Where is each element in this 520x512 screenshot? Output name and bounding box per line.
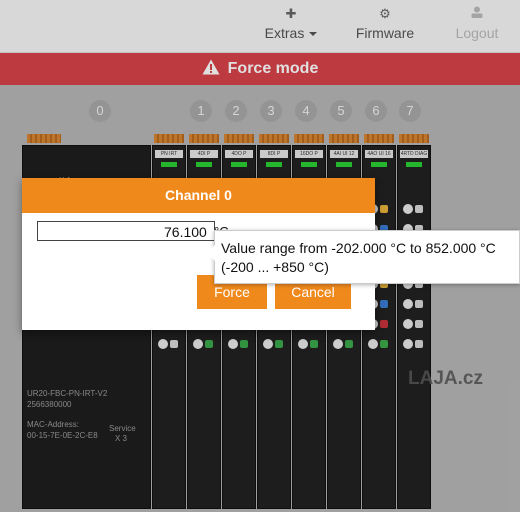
tooltip-line-2: (-200 ... +850 °C) bbox=[221, 259, 329, 275]
tooltip-line-1: Value range from -202.000 °C to 852.000 … bbox=[221, 240, 496, 256]
value-range-tooltip: Value range from -202.000 °C to 852.000 … bbox=[207, 230, 520, 284]
force-value-text: 76.100 bbox=[164, 224, 207, 240]
force-value-input[interactable]: 76.100 bbox=[37, 221, 215, 241]
tooltip-arrow bbox=[207, 245, 215, 261]
dialog-title: Channel 0 bbox=[22, 178, 375, 213]
